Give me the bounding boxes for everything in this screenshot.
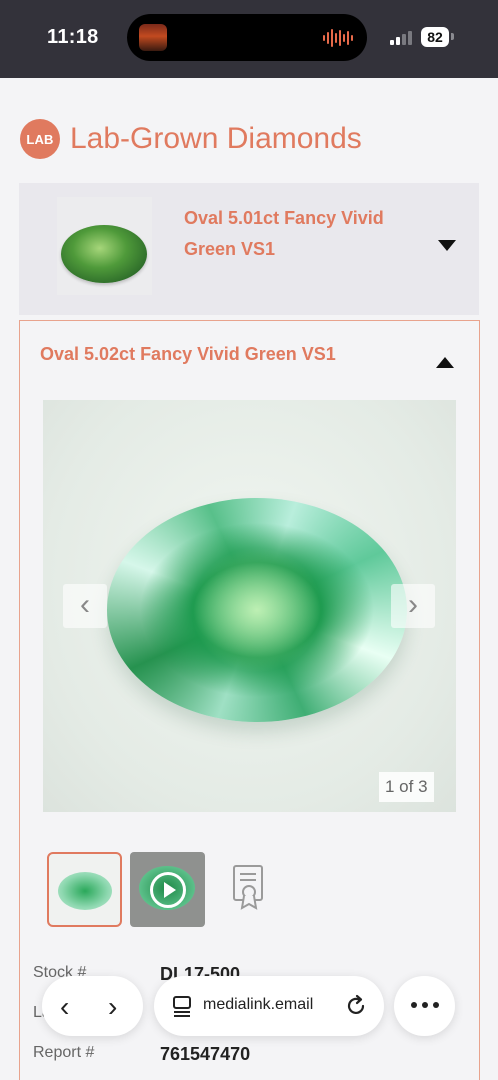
spec-label-report: Report # [33, 1044, 95, 1061]
browser-forward-button[interactable]: › [108, 991, 117, 1023]
gallery-thumbnail-image[interactable] [47, 852, 122, 927]
page-title: Lab-Grown Diamonds [70, 122, 362, 155]
caret-up-icon[interactable] [436, 357, 454, 368]
lab-logo-icon: LAB [20, 119, 60, 159]
battery-cap [451, 33, 454, 40]
gallery-thumbnail-video[interactable] [130, 852, 205, 927]
status-bar: 11:18 82 [0, 0, 498, 78]
accordion-item-collapsed[interactable]: Oval 5.01ct Fancy Vivid Green VS1 [19, 183, 479, 315]
now-playing-artwork-icon [139, 24, 167, 51]
dynamic-island[interactable] [127, 14, 367, 61]
status-time: 11:18 [47, 26, 99, 48]
spec-value-report[interactable]: 761547470 [160, 1044, 250, 1065]
reader-icon[interactable] [172, 995, 192, 1017]
diamond-thumbnail [57, 197, 152, 295]
brand-header: LAB Lab-Grown Diamonds [20, 119, 362, 159]
browser-back-button[interactable]: ‹ [60, 991, 69, 1023]
browser-nav-group: ‹ › [42, 976, 143, 1036]
address-bar[interactable]: medialink.email [154, 976, 384, 1036]
more-button[interactable] [394, 976, 455, 1036]
expanded-item-title[interactable]: Oval 5.02ct Fancy Vivid Green VS1 [40, 344, 336, 365]
audio-waveform-icon [323, 28, 353, 48]
gallery-next-button[interactable]: › [391, 584, 435, 628]
gallery-counter: 1 of 3 [379, 772, 434, 802]
accordion-item-expanded: Oval 5.02ct Fancy Vivid Green VS1 ‹ › 1 … [19, 320, 480, 1080]
more-icon [411, 1002, 439, 1008]
green-oval-diamond-icon [61, 225, 147, 283]
certificate-icon[interactable] [232, 864, 266, 910]
cellular-signal-icon [390, 30, 412, 45]
diamond-hero-image [107, 498, 407, 722]
product-image-gallery[interactable]: ‹ › 1 of 3 [43, 400, 456, 812]
reload-icon[interactable] [344, 994, 368, 1018]
collapsed-item-title[interactable]: Oval 5.01ct Fancy Vivid Green VS1 [184, 203, 414, 265]
play-icon [150, 872, 186, 908]
gallery-prev-button[interactable]: ‹ [63, 584, 107, 628]
caret-down-icon[interactable] [438, 240, 456, 251]
battery-icon: 82 [421, 27, 449, 47]
page-content: LAB Lab-Grown Diamonds Oval 5.01ct Fancy… [0, 78, 498, 1080]
url-text[interactable]: medialink.email [203, 996, 313, 1014]
diamond-thumbnail-icon [58, 872, 112, 910]
